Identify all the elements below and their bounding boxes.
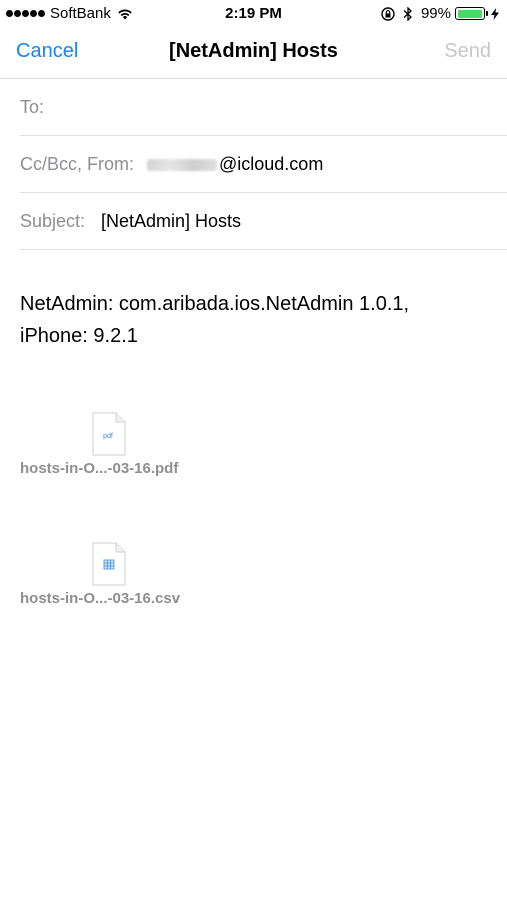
to-label: To: xyxy=(20,97,45,117)
to-field[interactable]: To: xyxy=(20,79,507,136)
battery-level xyxy=(457,9,483,18)
status-bar: SoftBank 2:19 PM 99% xyxy=(0,0,507,28)
pdf-badge: pdf xyxy=(103,433,113,440)
from-address[interactable]: @icloud.com xyxy=(147,154,323,175)
battery-icon xyxy=(455,7,488,20)
send-button[interactable]: Send xyxy=(444,40,491,63)
redacted-username xyxy=(147,159,217,172)
message-body[interactable]: NetAdmin: com.aribada.ios.NetAdmin 1.0.1… xyxy=(20,288,490,352)
subject-label: Subject: xyxy=(20,211,86,231)
attachment-name: hosts-in-O...-03-16.pdf xyxy=(20,460,179,477)
cancel-button[interactable]: Cancel xyxy=(16,40,78,63)
attachment-name: hosts-in-O...-03-16.csv xyxy=(20,590,181,607)
csv-file-icon xyxy=(92,542,126,586)
body-line: iPhone: 9.2.1 xyxy=(20,325,138,347)
rotation-lock-icon xyxy=(381,6,395,21)
status-right: 99% xyxy=(381,5,499,22)
nav-bar: Cancel [NetAdmin] Hosts Send xyxy=(0,28,507,79)
cc-bcc-from-label: Cc/Bcc, From: xyxy=(20,154,135,174)
battery-percent: 99% xyxy=(420,5,451,22)
bluetooth-icon xyxy=(403,6,412,21)
charging-icon xyxy=(491,7,499,20)
cc-bcc-from-field[interactable]: Cc/Bcc, From: @icloud.com xyxy=(20,136,507,193)
subject-value[interactable]: [NetAdmin] Hosts xyxy=(101,211,241,232)
attachment-csv[interactable]: hosts-in-O...-03-16.csv xyxy=(20,542,250,612)
from-domain: @icloud.com xyxy=(219,154,324,174)
subject-field[interactable]: Subject: [NetAdmin] Hosts xyxy=(20,193,507,250)
body-line: NetAdmin: com.aribada.ios.NetAdmin 1.0.1… xyxy=(20,293,410,315)
attachment-pdf[interactable]: pdf hosts-in-O...-03-16.pdf xyxy=(20,412,250,482)
pdf-file-icon: pdf xyxy=(92,412,126,456)
